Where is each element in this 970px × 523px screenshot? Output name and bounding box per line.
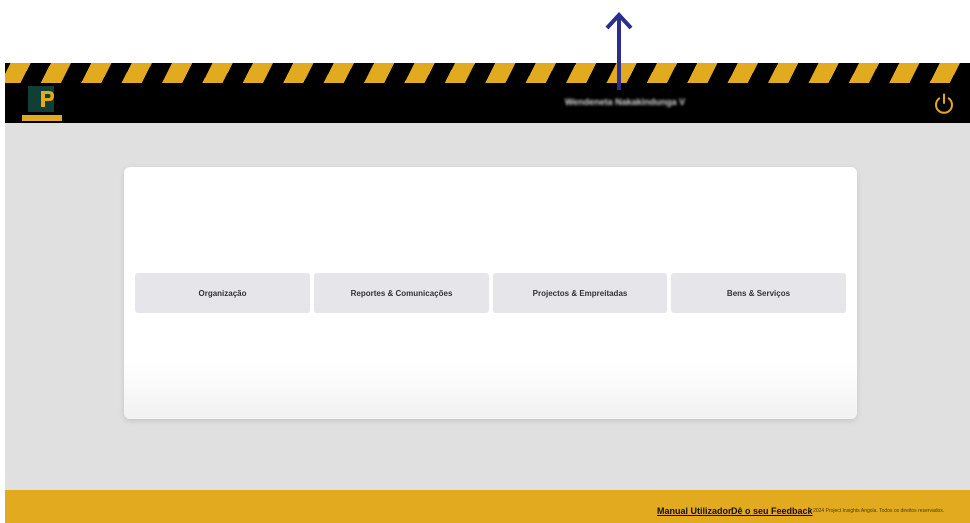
projectos-empreitadas-button[interactable]: Projectos & Empreitadas <box>493 273 667 313</box>
user-name: Wendeneta Nakakindunga V <box>564 97 686 107</box>
app-window: Wendeneta Nakakindunga V Organização Rep… <box>5 63 970 523</box>
logo-mark <box>28 86 54 112</box>
logo-letter-icon <box>41 91 54 107</box>
footer: Manual Utilizador Dê o seu Feedback © 20… <box>5 490 970 523</box>
menu-card: Organização Reportes & Comunicações Proj… <box>124 167 857 419</box>
bens-servicos-button[interactable]: Bens & Serviços <box>671 273 846 313</box>
copyright-text: © 2024 Project Insights Angola. Todos os… <box>808 508 945 514</box>
header: Wendeneta Nakakindunga V <box>5 63 970 123</box>
logo-tagline-band <box>22 115 62 121</box>
arrow-up-icon <box>605 12 633 90</box>
manual-utilizador-link[interactable]: Manual Utilizador <box>657 506 732 516</box>
hazard-stripe-banner <box>5 63 970 83</box>
feedback-link[interactable]: Dê o seu Feedback <box>731 506 813 516</box>
power-icon[interactable] <box>932 92 956 116</box>
organizacao-button[interactable]: Organização <box>135 273 310 313</box>
logo <box>22 85 62 123</box>
reportes-comunicacoes-button[interactable]: Reportes & Comunicações <box>314 273 489 313</box>
